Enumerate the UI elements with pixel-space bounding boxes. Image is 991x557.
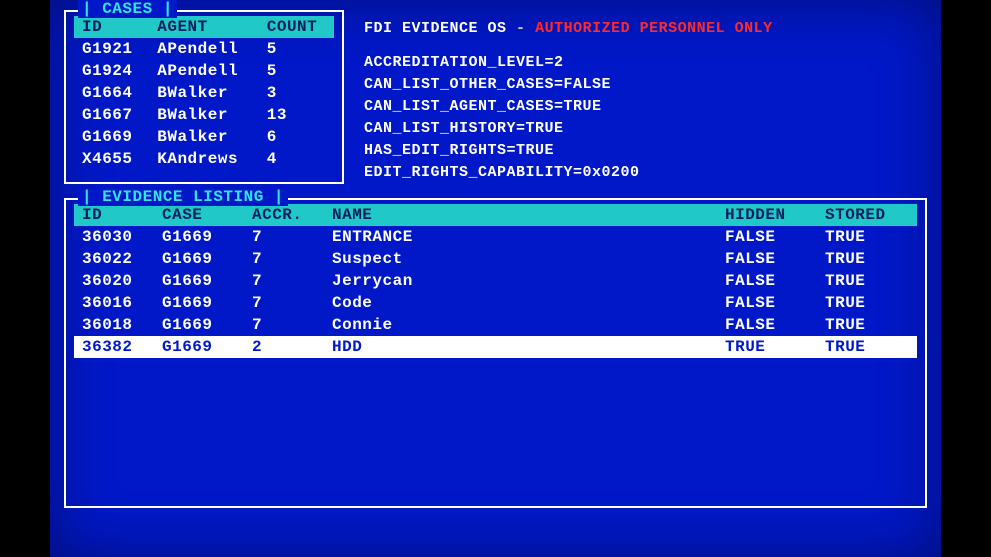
cell-hidden: FALSE — [717, 314, 817, 336]
cell-name: ENTRANCE — [324, 226, 717, 248]
cell-accr: 2 — [244, 336, 324, 358]
evidence-col-case: CASE — [154, 204, 244, 226]
system-settings: ACCREDITATION_LEVEL=2CAN_LIST_OTHER_CASE… — [364, 52, 927, 184]
evidence-col-accr: ACCR. — [244, 204, 324, 226]
cell-hidden: TRUE — [717, 336, 817, 358]
system-info: FDI EVIDENCE OS - AUTHORIZED PERSONNEL O… — [364, 10, 927, 184]
system-setting-line: CAN_LIST_OTHER_CASES=FALSE — [364, 74, 927, 96]
cell-agent: BWalker — [149, 104, 259, 126]
screen: | CASES | ID AGENT COUNT G1921APendell5G… — [50, 0, 941, 557]
top-row: | CASES | ID AGENT COUNT G1921APendell5G… — [64, 10, 927, 184]
evidence-header-row: ID CASE ACCR. NAME HIDDEN STORED — [74, 204, 917, 226]
table-row[interactable]: 36382G16692HDDTRUETRUE — [74, 336, 917, 358]
evidence-col-hidden: HIDDEN — [717, 204, 817, 226]
cell-count: 3 — [259, 82, 334, 104]
table-row[interactable]: G1924APendell5 — [74, 60, 334, 82]
system-title: FDI EVIDENCE OS - AUTHORIZED PERSONNEL O… — [364, 18, 927, 40]
evidence-table: ID CASE ACCR. NAME HIDDEN STORED 36030G1… — [74, 204, 917, 358]
evidence-col-name: NAME — [324, 204, 717, 226]
table-row[interactable]: G1921APendell5 — [74, 38, 334, 60]
cell-hidden: FALSE — [717, 226, 817, 248]
evidence-panel-title: | EVIDENCE LISTING | — [78, 188, 288, 206]
cell-agent: APendell — [149, 38, 259, 60]
cell-id: G1669 — [74, 126, 149, 148]
cell-accr: 7 — [244, 292, 324, 314]
app-name: FDI EVIDENCE OS — [364, 20, 507, 37]
evidence-panel: | EVIDENCE LISTING | ID CASE ACCR. NAME … — [64, 198, 927, 508]
table-row[interactable]: 36030G16697ENTRANCEFALSETRUE — [74, 226, 917, 248]
cell-id: 36016 — [74, 292, 154, 314]
cell-hidden: FALSE — [717, 292, 817, 314]
cell-id: G1664 — [74, 82, 149, 104]
evidence-col-stored: STORED — [817, 204, 917, 226]
cell-case: G1669 — [154, 292, 244, 314]
evidence-col-id: ID — [74, 204, 154, 226]
cases-panel-title: | CASES | — [78, 0, 177, 18]
title-separator: - — [516, 20, 535, 37]
system-setting-line: CAN_LIST_HISTORY=TRUE — [364, 118, 927, 140]
auth-warning: AUTHORIZED PERSONNEL ONLY — [535, 20, 773, 37]
system-setting-line: HAS_EDIT_RIGHTS=TRUE — [364, 140, 927, 162]
cell-id: 36018 — [74, 314, 154, 336]
table-row[interactable]: 36018G16697ConnieFALSETRUE — [74, 314, 917, 336]
cell-accr: 7 — [244, 314, 324, 336]
cell-id: G1921 — [74, 38, 149, 60]
system-setting-line: ACCREDITATION_LEVEL=2 — [364, 52, 927, 74]
cases-col-count: COUNT — [259, 16, 334, 38]
cell-id: G1667 — [74, 104, 149, 126]
cases-header-row: ID AGENT COUNT — [74, 16, 334, 38]
cell-name: Suspect — [324, 248, 717, 270]
cell-id: 36030 — [74, 226, 154, 248]
cell-count: 6 — [259, 126, 334, 148]
cell-stored: TRUE — [817, 226, 917, 248]
cell-stored: TRUE — [817, 248, 917, 270]
cell-accr: 7 — [244, 270, 324, 292]
table-row[interactable]: G1669BWalker6 — [74, 126, 334, 148]
cell-id: G1924 — [74, 60, 149, 82]
cases-table: ID AGENT COUNT G1921APendell5G1924APende… — [74, 16, 334, 170]
table-row[interactable]: 36016G16697CodeFALSETRUE — [74, 292, 917, 314]
cell-name: Jerrycan — [324, 270, 717, 292]
cell-hidden: FALSE — [717, 270, 817, 292]
cell-case: G1669 — [154, 336, 244, 358]
cell-count: 13 — [259, 104, 334, 126]
cell-stored: TRUE — [817, 292, 917, 314]
cell-accr: 7 — [244, 248, 324, 270]
cell-hidden: FALSE — [717, 248, 817, 270]
cell-id: 36382 — [74, 336, 154, 358]
cases-col-id: ID — [74, 16, 149, 38]
system-setting-line: CAN_LIST_AGENT_CASES=TRUE — [364, 96, 927, 118]
cell-case: G1669 — [154, 226, 244, 248]
cell-agent: APendell — [149, 60, 259, 82]
table-row[interactable]: G1664BWalker3 — [74, 82, 334, 104]
cell-name: HDD — [324, 336, 717, 358]
cell-accr: 7 — [244, 226, 324, 248]
cell-stored: TRUE — [817, 336, 917, 358]
table-row[interactable]: 36020G16697JerrycanFALSETRUE — [74, 270, 917, 292]
cell-name: Code — [324, 292, 717, 314]
table-row[interactable]: G1667BWalker13 — [74, 104, 334, 126]
cases-panel: | CASES | ID AGENT COUNT G1921APendell5G… — [64, 10, 344, 184]
crt-frame: | CASES | ID AGENT COUNT G1921APendell5G… — [0, 0, 991, 557]
cell-case: G1669 — [154, 270, 244, 292]
cell-count: 4 — [259, 148, 334, 170]
cell-count: 5 — [259, 60, 334, 82]
cases-col-agent: AGENT — [149, 16, 259, 38]
cell-id: X4655 — [74, 148, 149, 170]
cell-id: 36022 — [74, 248, 154, 270]
table-row[interactable]: 36022G16697SuspectFALSETRUE — [74, 248, 917, 270]
cell-case: G1669 — [154, 248, 244, 270]
cell-stored: TRUE — [817, 270, 917, 292]
cell-stored: TRUE — [817, 314, 917, 336]
system-setting-line: EDIT_RIGHTS_CAPABILITY=0x0200 — [364, 162, 927, 184]
cell-id: 36020 — [74, 270, 154, 292]
table-row[interactable]: X4655KAndrews4 — [74, 148, 334, 170]
cell-case: G1669 — [154, 314, 244, 336]
cell-name: Connie — [324, 314, 717, 336]
cell-count: 5 — [259, 38, 334, 60]
cell-agent: BWalker — [149, 126, 259, 148]
cell-agent: KAndrews — [149, 148, 259, 170]
cell-agent: BWalker — [149, 82, 259, 104]
